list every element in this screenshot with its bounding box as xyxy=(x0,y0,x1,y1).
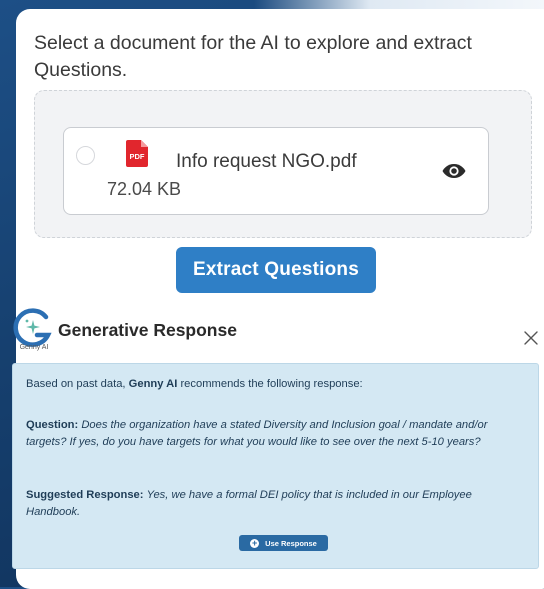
use-response-label: Use Response xyxy=(265,538,317,548)
suggested-response-block: Suggested Response: Yes, we have a forma… xyxy=(26,487,526,521)
extract-questions-button[interactable]: Extract Questions xyxy=(176,247,376,293)
generative-response-title: Generative Response xyxy=(58,320,237,340)
question-block: Question: Does the organization have a s… xyxy=(26,417,526,451)
document-size: 72.04 KB xyxy=(107,179,182,199)
eye-icon[interactable] xyxy=(442,163,466,179)
response-panel: Based on past data, Genny AI recommends … xyxy=(12,363,539,569)
question-text: Does the organization have a stated Dive… xyxy=(26,419,488,448)
pdf-file-icon: PDF xyxy=(126,140,148,167)
plus-circle-icon: + xyxy=(250,537,260,548)
document-dropzone[interactable]: PDF Info request NGO.pdf 72.04 KB xyxy=(34,90,532,238)
genny-ai-brand: Genny AI xyxy=(128,378,178,390)
document-select-radio[interactable] xyxy=(76,146,95,165)
genny-ai-logo-icon xyxy=(13,308,52,347)
question-label: Question: xyxy=(26,419,79,431)
instructions-text: Select a document for the AI to explore … xyxy=(34,32,472,81)
response-intro: Based on past data, Genny AI recommends … xyxy=(26,378,363,390)
genny-ai-caption: Genny AI xyxy=(19,344,49,351)
close-icon[interactable] xyxy=(524,331,538,345)
document-name: Info request NGO.pdf xyxy=(176,151,357,172)
document-card[interactable]: PDF Info request NGO.pdf 72.04 KB xyxy=(63,127,489,215)
use-response-button[interactable]: + Use Response xyxy=(239,535,328,551)
pdf-icon-label: PDF xyxy=(130,152,145,161)
suggested-response-label: Suggested Response: xyxy=(26,489,144,501)
